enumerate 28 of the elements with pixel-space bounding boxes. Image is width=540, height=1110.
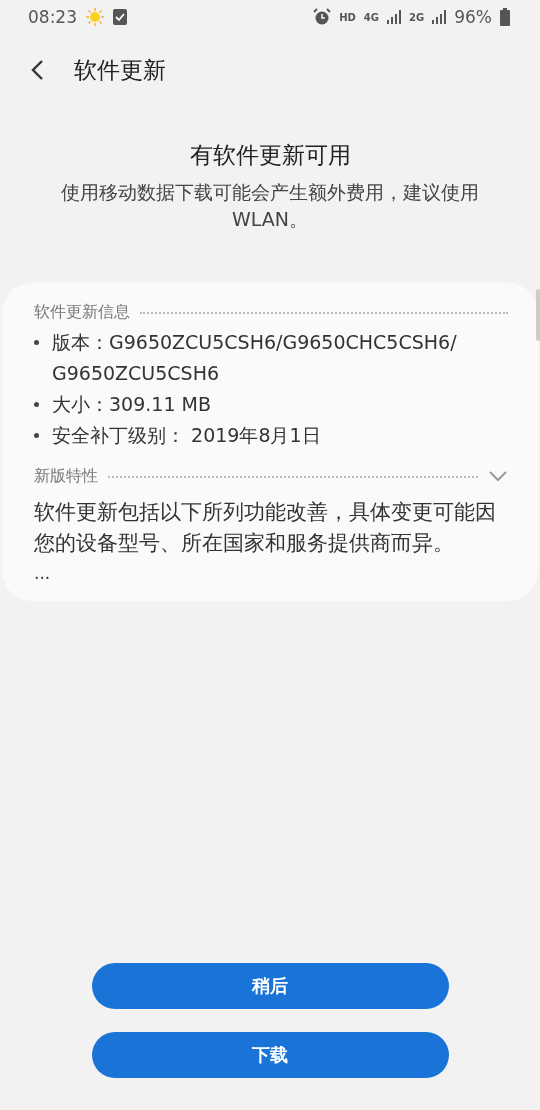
- alarm-icon: [313, 8, 332, 26]
- network-type: 2G: [409, 11, 425, 23]
- battery-percent: 96%: [454, 7, 492, 27]
- scroll-indicator: [536, 289, 540, 341]
- status-time: 08:23: [28, 7, 77, 27]
- more-ellipsis: ...: [34, 563, 52, 583]
- signal-icon: [387, 10, 402, 24]
- notice-title: 有软件更新可用: [188, 141, 352, 170]
- network-type: 4G: [363, 11, 380, 23]
- sun-icon: [85, 7, 105, 27]
- download-button[interactable]: 下载: [91, 1032, 449, 1078]
- bullet-icon: [34, 433, 39, 438]
- hd-label: HD: [339, 11, 356, 23]
- info-item: 大小：309.11 MB: [52, 392, 211, 417]
- checkbox-notification-icon: [113, 9, 127, 25]
- bullet-icon: [34, 402, 39, 407]
- info-item: 版本：G9650ZCU5CSH6/G9650CHC5CSH6/ G9650ZCU5CSH6: [52, 330, 458, 386]
- battery-icon: [500, 8, 510, 26]
- signal-icon: [432, 10, 447, 24]
- page-title: 软件更新: [74, 55, 166, 85]
- bullet-icon: [34, 340, 39, 345]
- info-item: 安全补丁级别： 2019年8月1日: [52, 423, 321, 448]
- expand-button[interactable]: [488, 470, 508, 482]
- features-description: 软件更新包括以下所列功能改善，具体变更可能因您的设备型号、所在国家和服务提供商而异。: [34, 499, 497, 557]
- section-heading: 软件更新信息: [34, 301, 130, 323]
- notice-message: 使用移动数据下载可能会产生额外费用，建议使用 WLAN。: [60, 180, 480, 232]
- section-heading: 新版特性: [34, 465, 98, 487]
- later-button[interactable]: 稍后: [91, 963, 449, 1009]
